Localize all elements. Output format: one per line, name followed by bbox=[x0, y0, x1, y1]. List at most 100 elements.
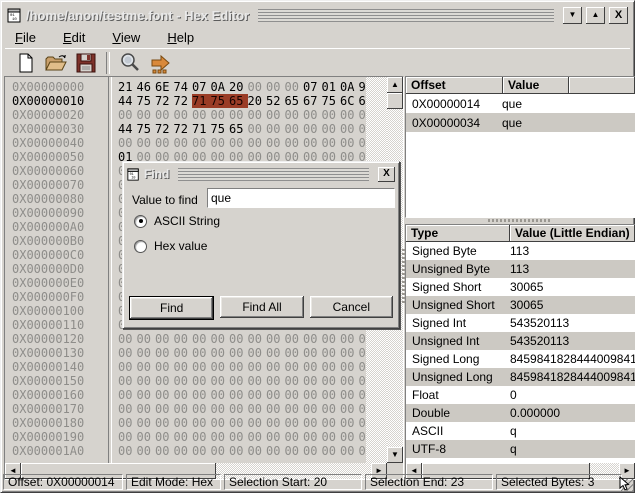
inspector-type-header[interactable]: Type bbox=[406, 225, 510, 242]
hex-byte[interactable]: 00 bbox=[340, 430, 359, 444]
hex-byte[interactable]: 0A bbox=[211, 80, 230, 94]
hex-byte[interactable]: 00 bbox=[303, 374, 322, 388]
hex-byte[interactable]: 00 bbox=[285, 388, 304, 402]
hex-byte[interactable]: 01 bbox=[322, 80, 341, 94]
hex-byte[interactable]: 00 bbox=[211, 136, 230, 150]
hex-byte[interactable]: 00 bbox=[118, 430, 137, 444]
hex-byte[interactable]: 00 bbox=[137, 430, 156, 444]
hex-byte[interactable]: 00 bbox=[322, 346, 341, 360]
menu-file[interactable]: File bbox=[15, 30, 36, 45]
hex-byte[interactable]: 75 bbox=[137, 122, 156, 136]
hex-byte[interactable]: 00 bbox=[155, 332, 174, 346]
hex-value-option[interactable]: Hex value bbox=[134, 239, 207, 253]
results-value-header[interactable]: Value bbox=[503, 77, 569, 94]
scroll-up-button[interactable]: ▲ bbox=[387, 77, 403, 93]
radio-unselected-icon[interactable] bbox=[134, 240, 147, 253]
hex-byte[interactable]: 00 bbox=[155, 444, 174, 458]
hex-byte[interactable]: 00 bbox=[229, 402, 248, 416]
save-button[interactable] bbox=[73, 51, 99, 75]
hex-byte[interactable]: 72 bbox=[174, 122, 193, 136]
hex-byte[interactable]: 00 bbox=[266, 388, 285, 402]
hex-byte[interactable]: 00 bbox=[303, 332, 322, 346]
hex-byte[interactable]: 71 bbox=[192, 94, 211, 108]
hex-byte[interactable]: 00 bbox=[211, 108, 230, 122]
hex-byte[interactable]: 00 bbox=[285, 136, 304, 150]
hex-byte[interactable]: 00 bbox=[266, 136, 285, 150]
hex-byte[interactable]: 00 bbox=[192, 374, 211, 388]
hex-byte[interactable]: 00 bbox=[266, 430, 285, 444]
hex-byte[interactable]: 00 bbox=[340, 346, 359, 360]
hex-byte[interactable]: 00 bbox=[340, 444, 359, 458]
menu-edit[interactable]: Edit bbox=[63, 30, 85, 45]
hex-byte[interactable]: 00 bbox=[137, 332, 156, 346]
hex-byte[interactable]: 65 bbox=[229, 122, 248, 136]
menu-view[interactable]: View bbox=[112, 30, 140, 45]
hex-byte[interactable]: 65 bbox=[285, 94, 304, 108]
hex-byte[interactable]: 00 bbox=[211, 430, 230, 444]
hex-byte[interactable]: 00 bbox=[266, 122, 285, 136]
hex-byte[interactable]: 00 bbox=[285, 108, 304, 122]
minimize-button[interactable]: ▼ bbox=[563, 7, 582, 24]
hex-byte[interactable]: 00 bbox=[229, 388, 248, 402]
hex-byte[interactable]: 6E bbox=[155, 80, 174, 94]
hex-byte[interactable]: 00 bbox=[285, 416, 304, 430]
hex-byte[interactable]: 00 bbox=[137, 136, 156, 150]
hex-byte[interactable]: 00 bbox=[248, 416, 267, 430]
hex-byte[interactable]: 00 bbox=[211, 346, 230, 360]
hex-byte[interactable]: 00 bbox=[229, 416, 248, 430]
hex-byte[interactable]: 44 bbox=[118, 94, 137, 108]
hex-byte[interactable]: 00 bbox=[174, 444, 193, 458]
hex-byte[interactable]: 00 bbox=[229, 430, 248, 444]
hex-byte[interactable]: 00 bbox=[266, 346, 285, 360]
hex-byte[interactable]: 00 bbox=[322, 416, 341, 430]
hex-byte[interactable]: 00 bbox=[266, 332, 285, 346]
hex-byte[interactable]: 00 bbox=[340, 388, 359, 402]
hex-byte[interactable]: 00 bbox=[137, 444, 156, 458]
hex-byte[interactable]: 00 bbox=[211, 402, 230, 416]
hex-byte[interactable]: 00 bbox=[248, 108, 267, 122]
hex-byte[interactable]: 65 bbox=[229, 94, 248, 108]
hex-byte[interactable]: 00 bbox=[340, 374, 359, 388]
hex-byte[interactable]: 00 bbox=[174, 430, 193, 444]
hex-byte[interactable]: 00 bbox=[211, 416, 230, 430]
hex-byte[interactable]: 00 bbox=[322, 108, 341, 122]
hex-byte[interactable]: 72 bbox=[155, 122, 174, 136]
hex-byte[interactable]: 75 bbox=[322, 94, 341, 108]
hex-byte[interactable]: 00 bbox=[322, 388, 341, 402]
search-result-row[interactable]: 0X00000034que bbox=[406, 113, 635, 132]
hex-byte[interactable]: 00 bbox=[229, 136, 248, 150]
hex-byte[interactable]: 00 bbox=[285, 332, 304, 346]
hex-byte[interactable]: 00 bbox=[211, 360, 230, 374]
hex-byte[interactable]: 00 bbox=[303, 430, 322, 444]
hex-byte[interactable]: 00 bbox=[322, 402, 341, 416]
hex-byte[interactable]: 00 bbox=[137, 402, 156, 416]
hex-byte[interactable]: 00 bbox=[303, 346, 322, 360]
hex-byte[interactable]: 00 bbox=[137, 416, 156, 430]
hex-byte[interactable]: 00 bbox=[118, 444, 137, 458]
hex-byte[interactable]: 00 bbox=[155, 108, 174, 122]
radio-selected-icon[interactable] bbox=[134, 215, 147, 228]
hex-byte[interactable]: 00 bbox=[174, 360, 193, 374]
hex-byte[interactable]: 00 bbox=[340, 416, 359, 430]
hex-byte[interactable]: 00 bbox=[322, 360, 341, 374]
hex-byte[interactable]: 00 bbox=[229, 108, 248, 122]
hex-byte[interactable]: 00 bbox=[322, 430, 341, 444]
hex-byte[interactable]: 00 bbox=[248, 80, 267, 94]
hex-byte[interactable]: 00 bbox=[303, 402, 322, 416]
hex-byte[interactable]: 00 bbox=[266, 374, 285, 388]
hex-byte[interactable]: 74 bbox=[174, 80, 193, 94]
hex-byte[interactable]: 00 bbox=[118, 136, 137, 150]
hex-byte[interactable]: 00 bbox=[137, 388, 156, 402]
hex-byte[interactable]: 00 bbox=[285, 444, 304, 458]
hex-byte[interactable]: 00 bbox=[118, 360, 137, 374]
hex-byte[interactable]: 00 bbox=[155, 374, 174, 388]
hex-byte[interactable]: 00 bbox=[174, 388, 193, 402]
hex-byte[interactable]: 00 bbox=[192, 430, 211, 444]
hex-byte[interactable]: 00 bbox=[192, 402, 211, 416]
hex-byte[interactable]: 00 bbox=[174, 402, 193, 416]
hex-byte[interactable]: 00 bbox=[137, 374, 156, 388]
hex-byte[interactable]: 00 bbox=[229, 374, 248, 388]
hex-byte[interactable]: 00 bbox=[303, 122, 322, 136]
hex-byte[interactable]: 00 bbox=[229, 346, 248, 360]
hex-byte[interactable]: 00 bbox=[155, 430, 174, 444]
